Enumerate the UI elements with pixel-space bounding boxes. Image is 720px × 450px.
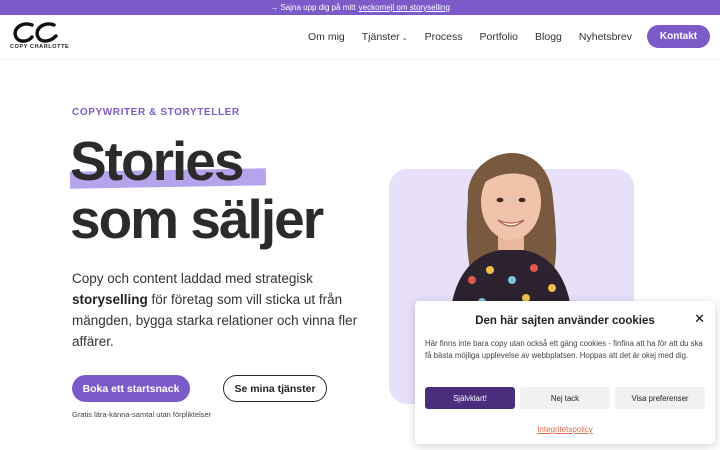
cta-note: Gratis lära-känna-samtal utan förpliktel… bbox=[72, 410, 212, 419]
hero-headline: Stories som säljer bbox=[69, 130, 324, 250]
close-icon[interactable]: ✕ bbox=[694, 311, 705, 327]
headline-word-stories: Stories bbox=[70, 130, 244, 192]
privacy-policy-link[interactable]: Integritetspolicy bbox=[415, 425, 715, 434]
cookie-text: Här finns inte bara copy utan också ett … bbox=[425, 339, 703, 360]
nav-item-tjanster[interactable]: Tjänster ⌄ bbox=[362, 31, 408, 43]
main-nav: Om mig Tjänster ⌄ Process Portfolio Blogg… bbox=[308, 15, 632, 58]
announcement-bar: → Sajna upp dig på mitt veckomejl om sto… bbox=[0, 0, 720, 15]
nav-item-om-mig[interactable]: Om mig bbox=[308, 31, 345, 43]
headline-line-1: Stories bbox=[69, 130, 322, 192]
cookie-preferences-button[interactable]: Visa preferenser bbox=[615, 387, 705, 409]
nav-item-blogg[interactable]: Blogg bbox=[535, 31, 562, 43]
book-call-button[interactable]: Boka ett startsnack bbox=[72, 375, 190, 402]
description-bold: storyselling bbox=[72, 292, 148, 307]
nav-item-nyhetsbrev[interactable]: Nyhetsbrev bbox=[579, 31, 632, 43]
logo-text: COPY CHARLOTTE bbox=[10, 44, 70, 50]
cookie-banner: Den här sajten använder cookies ✕ Här fi… bbox=[415, 301, 715, 444]
contact-button[interactable]: Kontakt bbox=[647, 25, 710, 48]
site-header: COPY CHARLOTTE Om mig Tjänster ⌄ Process … bbox=[0, 15, 720, 58]
nav-item-portfolio[interactable]: Portfolio bbox=[480, 31, 519, 43]
deny-cookies-button[interactable]: Nej tack bbox=[520, 387, 610, 409]
hero-eyebrow: COPYWRITER & STORYTELLER bbox=[72, 107, 240, 118]
accept-cookies-button[interactable]: Självklart! bbox=[425, 387, 515, 409]
description-pre: Copy och content laddad med strategisk bbox=[72, 271, 313, 286]
headline-line-2: som säljer bbox=[70, 188, 324, 250]
hero-description: Copy och content laddad med strategisk s… bbox=[72, 268, 362, 352]
nav-item-tjanster-label: Tjänster bbox=[361, 30, 400, 43]
portrait-image bbox=[450, 152, 572, 320]
newsletter-link[interactable]: veckomejl om storyselling bbox=[359, 3, 450, 12]
cookie-title: Den här sajten använder cookies bbox=[475, 315, 655, 327]
nav-item-process[interactable]: Process bbox=[425, 31, 463, 43]
see-services-button[interactable]: Se mina tjänster bbox=[223, 375, 327, 402]
chevron-down-icon: ⌄ bbox=[401, 34, 408, 42]
announcement-text: → Sajna upp dig på mitt bbox=[270, 3, 356, 12]
